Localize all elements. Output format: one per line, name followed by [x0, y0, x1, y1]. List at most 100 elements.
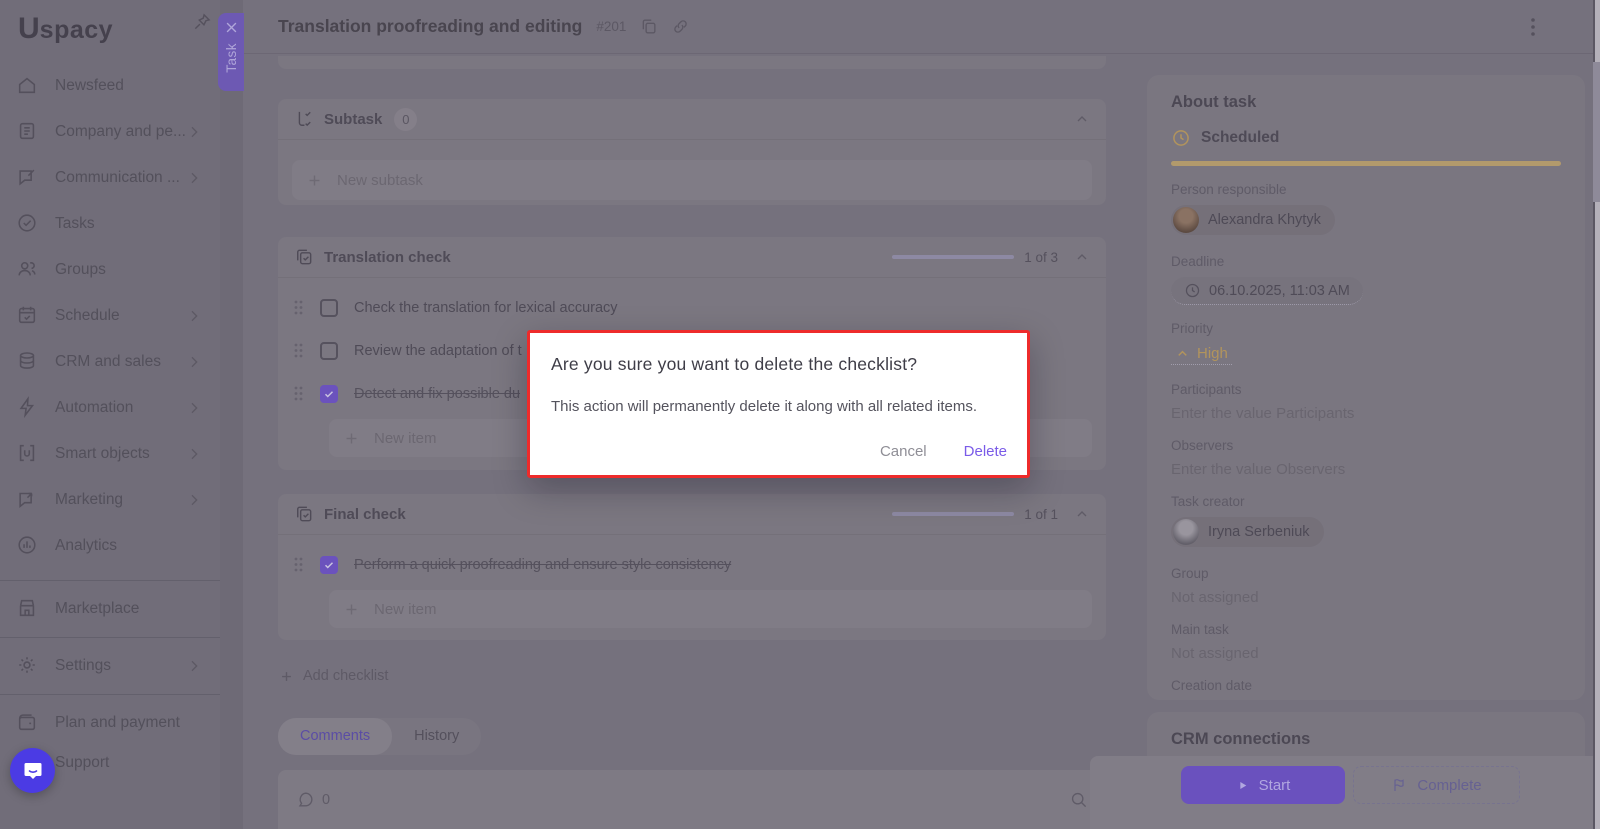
- task-creator-chip[interactable]: Iryna Serbeniuk: [1171, 517, 1324, 547]
- tab-history[interactable]: History: [392, 718, 481, 755]
- checkbox-checked[interactable]: [320, 556, 338, 574]
- wallet-icon: [16, 711, 40, 735]
- crm-database-icon: [16, 350, 40, 374]
- delete-checklist-dialog: Are you sure you want to delete the chec…: [527, 330, 1030, 478]
- new-subtask-row: [292, 160, 1092, 200]
- sidebar-item-automation[interactable]: Automation: [0, 385, 220, 431]
- dialog-message: This action will permanently delete it a…: [551, 398, 1007, 415]
- priority-high-icon: [1175, 346, 1190, 361]
- comment-bubble-icon: [296, 790, 315, 809]
- group-value: Not assigned: [1171, 589, 1561, 606]
- sidebar-item-newsfeed[interactable]: Newsfeed: [0, 63, 220, 109]
- start-button[interactable]: Start: [1181, 766, 1345, 804]
- sidebar-item-label: CRM and sales: [55, 353, 186, 371]
- checkbox-unchecked[interactable]: [320, 299, 338, 317]
- field-label: Deadline: [1171, 254, 1561, 269]
- field-label: Creation date: [1171, 678, 1561, 693]
- new-subtask-input[interactable]: [337, 172, 1078, 189]
- drag-handle-icon[interactable]: [294, 300, 303, 315]
- field-label: Observers: [1171, 438, 1561, 453]
- main-task-value: Not assigned: [1171, 645, 1561, 662]
- status-row: Scheduled: [1171, 128, 1561, 148]
- task-number: #201: [596, 19, 626, 34]
- add-checklist-button[interactable]: Add checklist: [279, 668, 388, 684]
- field-label: Task creator: [1171, 494, 1561, 509]
- task-panel-tab[interactable]: Task: [218, 13, 244, 91]
- sidebar-item-analytics[interactable]: Analytics: [0, 523, 220, 569]
- sidebar-item-company[interactable]: Company and pe...: [0, 109, 220, 155]
- sidebar-item-marketplace[interactable]: Marketplace: [0, 580, 220, 626]
- link-icon[interactable]: [671, 17, 690, 36]
- checkbox-checked[interactable]: [320, 385, 338, 403]
- sidebar-item-label: Analytics: [55, 537, 202, 555]
- drag-handle-icon[interactable]: [294, 557, 303, 572]
- groups-icon: [16, 258, 40, 282]
- deadline-value: 06.10.2025, 11:03 AM: [1209, 283, 1350, 299]
- sidebar-item-smart-objects[interactable]: Smart objects: [0, 431, 220, 477]
- close-icon[interactable]: [224, 20, 239, 35]
- more-options-icon[interactable]: [1524, 16, 1542, 38]
- subtask-header: Subtask 0: [278, 99, 1106, 140]
- plus-icon: [343, 430, 360, 447]
- sidebar-item-label: Support: [55, 754, 202, 772]
- support-chat-button[interactable]: [10, 748, 55, 793]
- checklist-item-text: Check the translation for lexical accura…: [354, 300, 618, 316]
- plus-icon: [306, 172, 323, 189]
- checklist-title: Translation check: [324, 249, 451, 266]
- sidebar-item-plan-payment[interactable]: Plan and payment: [0, 694, 220, 740]
- crm-connections-title: CRM connections: [1171, 730, 1561, 749]
- subtask-section: Subtask 0: [278, 99, 1106, 205]
- priority-chip[interactable]: High: [1171, 343, 1232, 365]
- person-responsible-chip[interactable]: Alexandra Khytyk: [1171, 205, 1335, 235]
- sidebar-item-label: Company and pe...: [55, 123, 186, 141]
- plus-icon: [343, 601, 360, 618]
- clock-icon: [1184, 282, 1201, 299]
- chevron-up-icon[interactable]: [1074, 506, 1090, 522]
- checkbox-unchecked[interactable]: [320, 342, 338, 360]
- search-icon[interactable]: [1069, 790, 1088, 809]
- sidebar-item-settings[interactable]: Settings: [0, 637, 220, 683]
- comment-count-value: 0: [322, 792, 330, 808]
- deadline-chip[interactable]: 06.10.2025, 11:03 AM: [1171, 277, 1363, 305]
- checklist-header: Final check 1 of 1: [278, 494, 1106, 535]
- sidebar-item-schedule[interactable]: Schedule: [0, 293, 220, 339]
- observers-placeholder[interactable]: Enter the value Observers: [1171, 461, 1561, 478]
- status-progress-bar: [1171, 161, 1561, 166]
- communication-icon: [16, 166, 40, 190]
- participants-placeholder[interactable]: Enter the value Participants: [1171, 405, 1561, 422]
- sidebar-item-groups[interactable]: Groups: [0, 247, 220, 293]
- checklist-item-text: Perform a quick proofreading and ensure …: [354, 557, 731, 573]
- sidebar-item-marketing[interactable]: Marketing: [0, 477, 220, 523]
- sidebar-item-label: Marketplace: [55, 600, 202, 618]
- home-icon: [16, 74, 40, 98]
- sidebar-item-communication[interactable]: Communication ...: [0, 155, 220, 201]
- drag-handle-icon[interactable]: [294, 386, 303, 401]
- new-item-row: [329, 590, 1092, 628]
- chevron-right-icon: [186, 400, 202, 416]
- scrollbar-thumb[interactable]: [1593, 62, 1600, 202]
- about-task-card: About task Scheduled Person responsible …: [1147, 75, 1585, 700]
- play-icon: [1236, 779, 1249, 792]
- sidebar-menu: Newsfeed Company and pe... Communication…: [0, 63, 220, 786]
- chevron-up-icon[interactable]: [1074, 111, 1090, 127]
- field-label: Priority: [1171, 321, 1561, 336]
- person-name: Iryna Serbeniuk: [1208, 524, 1310, 540]
- cancel-button[interactable]: Cancel: [880, 443, 927, 460]
- new-item-input[interactable]: [374, 601, 1078, 618]
- sidebar-item-label: Smart objects: [55, 445, 186, 463]
- complete-button[interactable]: Complete: [1353, 766, 1520, 804]
- copy-icon[interactable]: [639, 17, 658, 36]
- logo-text: spacy: [40, 16, 113, 45]
- chevron-up-icon[interactable]: [1074, 249, 1090, 265]
- sidebar-item-crm[interactable]: CRM and sales: [0, 339, 220, 385]
- pin-sidebar-icon[interactable]: [192, 12, 212, 32]
- field-label: Main task: [1171, 622, 1561, 637]
- dialog-title: Are you sure you want to delete the chec…: [551, 354, 1007, 375]
- drag-handle-icon[interactable]: [294, 343, 303, 358]
- sidebar-item-label: Settings: [55, 657, 186, 675]
- tab-comments[interactable]: Comments: [278, 718, 392, 755]
- scrollbar-track[interactable]: [1593, 0, 1600, 829]
- delete-button[interactable]: Delete: [964, 443, 1007, 460]
- sidebar-item-tasks[interactable]: Tasks: [0, 201, 220, 247]
- start-label: Start: [1259, 777, 1291, 794]
